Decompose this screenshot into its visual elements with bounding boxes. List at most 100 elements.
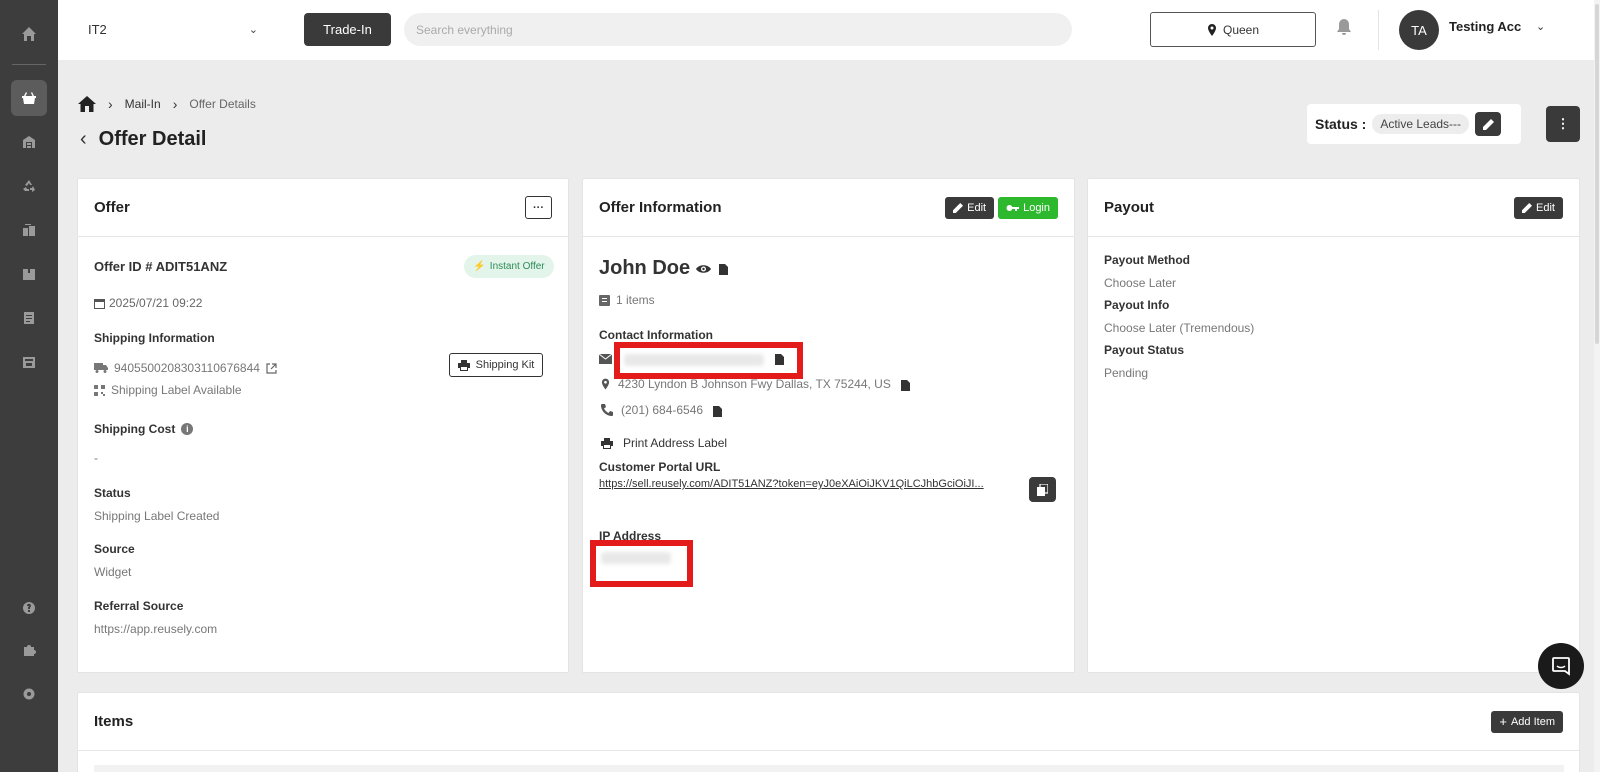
sidebar-item-integrations[interactable] [11, 632, 47, 668]
boxes-icon [23, 224, 35, 236]
breadcrumb-current: Offer Details [189, 97, 256, 111]
key-icon [1006, 204, 1020, 211]
home-icon[interactable] [78, 96, 96, 112]
chevron-right-icon: › [108, 96, 113, 112]
edit-status-button[interactable] [1475, 112, 1502, 136]
user-name[interactable]: Testing Acc [1449, 19, 1521, 34]
offer-card: Offer ··· Offer ID # ADIT51ANZ ⚡ Instant… [77, 178, 569, 673]
offer-information-card: Offer Information Edit Login John Doe 1 … [582, 178, 1075, 673]
sidebar [0, 0, 58, 772]
login-button[interactable]: Login [998, 196, 1058, 219]
sidebar-item-store[interactable] [11, 344, 47, 380]
edit-payout-button[interactable]: Edit [1514, 196, 1563, 219]
portal-url-label: Customer Portal URL [599, 460, 721, 474]
pencil-icon [1482, 118, 1494, 130]
address-row: 4230 Lyndon B Johnson Fwy Dallas, TX 752… [601, 377, 910, 391]
sidebar-item-inventory[interactable] [11, 212, 47, 248]
chevron-down-icon[interactable]: ⌄ [1536, 20, 1545, 33]
sidebar-divider [12, 64, 46, 65]
eye-icon[interactable] [696, 264, 712, 274]
sidebar-item-home[interactable] [11, 16, 47, 52]
items-card: Items + Add Item [77, 692, 1580, 772]
pencil-icon [1522, 202, 1533, 213]
store-select[interactable]: IT2 ⌄ [88, 18, 258, 40]
offer-status-value: Shipping Label Created [94, 509, 220, 523]
breadcrumb-mail-in[interactable]: Mail-In [125, 97, 161, 111]
add-item-button[interactable]: + Add Item [1491, 710, 1563, 733]
phone-text: (201) 684-6546 [621, 403, 704, 417]
offer-date: 2025/07/21 09:22 [94, 296, 202, 310]
payout-status-label: Payout Status [1104, 343, 1185, 357]
label-status-text: Shipping Label Available [111, 383, 242, 397]
items-count-row: 1 items [599, 293, 655, 307]
offer-information-header: Offer Information Edit Login [583, 179, 1074, 237]
offer-id: Offer ID # ADIT51ANZ [94, 259, 228, 274]
chat-icon [1552, 657, 1570, 676]
sidebar-item-packages[interactable] [11, 256, 47, 292]
sidebar-item-trade-in[interactable] [11, 80, 47, 116]
back-arrow-icon[interactable]: ‹ [80, 128, 87, 151]
edit-offer-info-button[interactable]: Edit [945, 196, 995, 219]
print-address-label-link[interactable]: Print Address Label [601, 436, 727, 450]
offer-information-title: Offer Information [599, 199, 722, 216]
printer-icon [601, 437, 613, 449]
truck-icon [94, 363, 108, 373]
shipping-info-label: Shipping Information [94, 331, 215, 345]
offer-card-header: Offer ··· [78, 179, 568, 237]
items-count: 1 items [616, 293, 655, 307]
calendar-icon [94, 298, 105, 309]
copy-icon[interactable] [711, 404, 723, 417]
status-label: Status : [1315, 116, 1367, 132]
referral-value: https://app.reusely.com [94, 622, 218, 636]
offer-more-button[interactable]: ··· [525, 196, 552, 219]
portal-url-link[interactable]: https://sell.reusely.com/ADIT51ANZ?token… [599, 478, 1017, 490]
copy-icon[interactable] [773, 352, 784, 365]
login-label: Login [1023, 201, 1050, 214]
chat-launcher-button[interactable] [1538, 643, 1584, 689]
copy-icon[interactable] [717, 262, 729, 275]
edit-label: Edit [967, 201, 987, 214]
shipping-kit-button[interactable]: Shipping Kit [449, 353, 543, 377]
items-card-header: Items + Add Item [78, 693, 1579, 751]
page-title: Offer Detail [98, 128, 207, 150]
avatar[interactable]: TA [1399, 10, 1439, 50]
map-pin-icon [1207, 23, 1216, 36]
info-icon[interactable]: i [181, 423, 194, 435]
customer-name-row: John Doe [599, 257, 729, 280]
phone-row: (201) 684-6546 [601, 403, 723, 417]
sidebar-item-settings[interactable] [11, 676, 47, 712]
payout-status-value: Pending [1104, 366, 1149, 380]
tracking-number[interactable]: 9405500208303110676844 [114, 361, 260, 375]
sidebar-item-help[interactable] [11, 590, 47, 626]
source-value: Widget [94, 565, 132, 579]
chevron-down-icon: ⌄ [248, 23, 258, 36]
kebab-icon: ⋮ [1556, 116, 1570, 131]
breadcrumb: › Mail-In › Offer Details [78, 96, 256, 112]
location-button[interactable]: Queen [1150, 12, 1316, 47]
copy-icon[interactable] [899, 378, 910, 391]
sidebar-item-recycle[interactable] [11, 168, 47, 204]
offer-date-text: 2025/07/21 09:22 [109, 296, 203, 310]
bell-icon[interactable] [1336, 18, 1352, 39]
search-input[interactable] [404, 13, 1072, 46]
sidebar-item-invoices[interactable] [11, 300, 47, 336]
scrollbar-thumb[interactable] [1595, 4, 1599, 344]
edit-payout-label: Edit [1536, 201, 1555, 214]
payout-info-value: Choose Later (Tremendous) [1104, 321, 1255, 335]
store-select-value: IT2 [88, 21, 107, 37]
referral-label: Referral Source [94, 599, 184, 613]
more-options-button[interactable]: ⋮ [1546, 106, 1580, 142]
copy-portal-url-button[interactable] [1029, 477, 1056, 502]
top-bar: IT2 ⌄ Trade-In Queen TA Testing Acc ⌄ [58, 0, 1600, 60]
customer-name: John Doe [599, 257, 691, 279]
trade-in-button[interactable]: Trade-In [304, 13, 391, 46]
external-link-icon[interactable] [266, 362, 277, 374]
offer-card-title: Offer [94, 199, 130, 216]
source-label: Source [94, 542, 135, 556]
address-text: 4230 Lyndon B Johnson Fwy Dallas, TX 752… [618, 377, 891, 391]
top-divider [1378, 10, 1379, 50]
payout-card: Payout Edit Payout Method Choose Later P… [1087, 178, 1580, 673]
sidebar-item-warehouse[interactable] [11, 124, 47, 160]
instant-offer-label: Instant Offer [489, 261, 545, 272]
tracking-row: 9405500208303110676844 [94, 361, 277, 375]
